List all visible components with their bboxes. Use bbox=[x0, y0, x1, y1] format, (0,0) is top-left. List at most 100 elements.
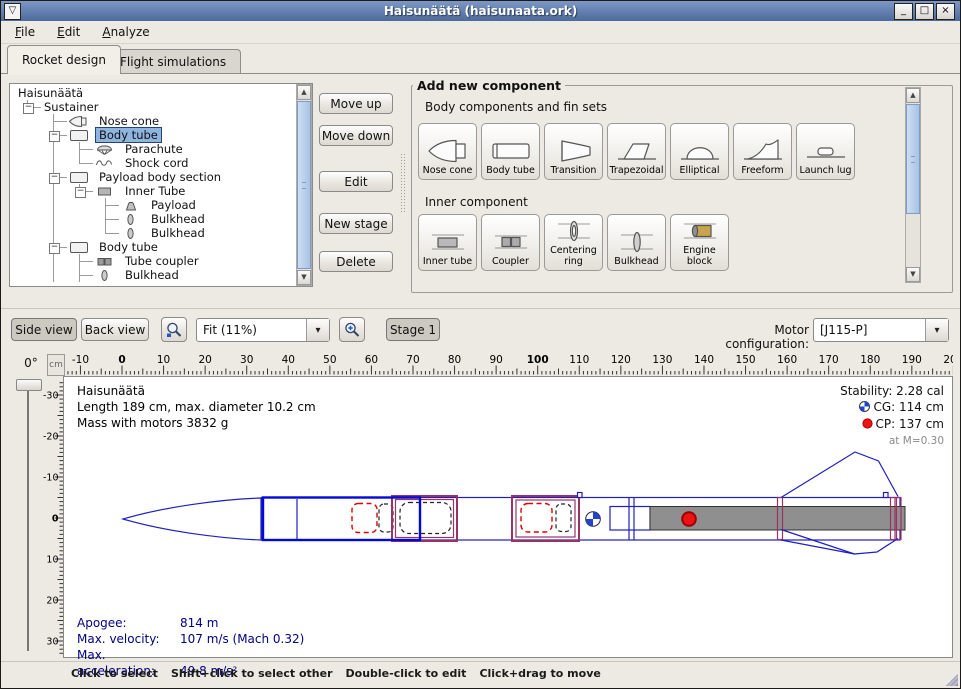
move-up-button[interactable]: Move up bbox=[319, 93, 393, 114]
tab-flight-simulations[interactable]: Flight simulations bbox=[105, 49, 241, 74]
add-component-title: Add new component bbox=[413, 78, 565, 93]
component-button-inner-tube[interactable]: Inner tube bbox=[418, 214, 477, 271]
svg-text:150: 150 bbox=[736, 354, 756, 366]
tree-item-label[interactable]: Bulkhead bbox=[148, 212, 208, 226]
rocket-canvas[interactable]: Haisunäätä Length 189 cm, max. diameter … bbox=[63, 376, 953, 658]
tree-item-label[interactable]: Payload bbox=[148, 198, 199, 212]
tree-expander[interactable] bbox=[49, 243, 60, 254]
component-button-freeform[interactable]: Freeform bbox=[733, 123, 792, 180]
title-bar[interactable]: ▽ Haisunäätä (haisunaata.ork) _ □ × bbox=[1, 1, 960, 21]
delete-button[interactable]: Delete bbox=[319, 251, 393, 272]
minimize-icon[interactable]: _ bbox=[894, 3, 913, 20]
cp-legend-icon bbox=[862, 417, 873, 433]
tree-item-body-tube[interactable]: Body tube bbox=[11, 128, 295, 142]
tree-item-tube-coupler[interactable]: Tube coupler bbox=[11, 254, 295, 268]
component-button-nose-cone[interactable]: Nose cone bbox=[418, 123, 477, 180]
tree-item-label[interactable]: Bulkhead bbox=[148, 226, 208, 240]
tree-item-bulkhead[interactable]: Bulkhead bbox=[11, 268, 295, 282]
svg-text:20: 20 bbox=[198, 354, 211, 366]
component-panel-scrollbar[interactable]: ▲ ▼ bbox=[905, 87, 921, 283]
zoom-level-value: Fit (11%) bbox=[197, 323, 306, 337]
chevron-down-icon[interactable]: ▾ bbox=[306, 319, 329, 341]
tree-item-label[interactable]: Parachute bbox=[122, 142, 186, 156]
tree-item-label[interactable]: Sustainer bbox=[41, 100, 101, 114]
zoom-in-button[interactable] bbox=[339, 317, 365, 342]
magnifier-icon bbox=[165, 321, 183, 339]
tree-item-payload[interactable]: Payload bbox=[11, 198, 295, 212]
hint-click: Click to select bbox=[71, 667, 158, 680]
tree-item-inner-tube[interactable]: Inner Tube bbox=[11, 184, 295, 198]
motor-configuration-select[interactable]: [J115-P] ▾ bbox=[813, 318, 949, 342]
panel-divider-grip[interactable] bbox=[400, 153, 406, 213]
bodytube-icon bbox=[67, 171, 93, 184]
tree-item-payload-body-section[interactable]: Payload body section bbox=[11, 170, 295, 184]
tree-item-label[interactable]: Haisunäätä bbox=[15, 86, 86, 100]
resize-grip[interactable] bbox=[946, 674, 958, 686]
tree-item-label[interactable]: Bulkhead bbox=[122, 268, 182, 282]
svg-text:190: 190 bbox=[902, 354, 922, 366]
tree-item-parachute[interactable]: Parachute bbox=[11, 142, 295, 156]
component-button-trapezoidal[interactable]: Trapezoidal bbox=[607, 123, 666, 180]
scroll-up-icon[interactable]: ▲ bbox=[906, 88, 920, 103]
back-view-button[interactable]: Back view bbox=[81, 318, 149, 341]
cp-value: CP: 137 cm bbox=[876, 417, 944, 431]
component-button-body-tube[interactable]: Body tube bbox=[481, 123, 540, 180]
svg-text:10: 10 bbox=[46, 555, 58, 566]
chevron-down-icon[interactable]: ▾ bbox=[925, 319, 948, 341]
tree-item-haisun-t-[interactable]: Haisunäätä bbox=[11, 86, 295, 100]
tree-item-bulkhead[interactable]: Bulkhead bbox=[11, 212, 295, 226]
bodytube-icon bbox=[489, 136, 533, 166]
coupler-icon bbox=[93, 255, 119, 268]
tree-scrollbar-thumb[interactable] bbox=[297, 101, 311, 269]
scroll-up-icon[interactable]: ▲ bbox=[297, 85, 311, 100]
magnifier-plus-icon bbox=[343, 321, 361, 339]
side-view-button[interactable]: Side view bbox=[11, 318, 77, 341]
tree-item-label[interactable]: Inner Tube bbox=[122, 184, 188, 198]
tree-expander[interactable] bbox=[75, 187, 86, 198]
max-velocity-value: 107 m/s (Mach 0.32) bbox=[180, 632, 304, 646]
tree-item-sustainer[interactable]: Sustainer bbox=[11, 100, 295, 114]
tree-expander[interactable] bbox=[49, 173, 60, 184]
scroll-down-icon[interactable]: ▼ bbox=[297, 270, 311, 285]
tree-scrollbar[interactable]: ▲ ▼ bbox=[296, 84, 312, 286]
component-button-transition[interactable]: Transition bbox=[544, 123, 603, 180]
component-button-bulkhead[interactable]: Bulkhead bbox=[607, 214, 666, 271]
tab-rocket-design[interactable]: Rocket design bbox=[7, 45, 121, 74]
close-icon[interactable]: × bbox=[936, 3, 955, 20]
tree-item-label[interactable]: Body tube bbox=[96, 128, 161, 142]
tree-item-shock-cord[interactable]: Shock cord bbox=[11, 156, 295, 170]
menu-edit[interactable]: Edit bbox=[57, 25, 80, 39]
menu-file[interactable]: File bbox=[15, 25, 35, 39]
edit-button[interactable]: Edit bbox=[319, 171, 393, 192]
zoom-level-select[interactable]: Fit (11%) ▾ bbox=[196, 318, 330, 342]
bulkhead-icon bbox=[93, 269, 119, 282]
tree-item-bulkhead[interactable]: Bulkhead bbox=[11, 226, 295, 240]
stage-1-toggle[interactable]: Stage 1 bbox=[386, 318, 440, 341]
tree-item-body-tube[interactable]: Body tube bbox=[11, 240, 295, 254]
component-button-engine-block[interactable]: Engine block bbox=[670, 214, 729, 271]
svg-text:120: 120 bbox=[611, 354, 631, 366]
tree-item-label[interactable]: Nose cone bbox=[96, 114, 162, 128]
new-stage-button[interactable]: New stage bbox=[319, 213, 393, 234]
component-button-launch-lug[interactable]: Launch lug bbox=[796, 123, 855, 180]
rotation-slider-track[interactable] bbox=[27, 389, 29, 651]
zoom-out-button[interactable] bbox=[161, 317, 187, 342]
tree-expander[interactable] bbox=[23, 103, 34, 114]
tree-item-label[interactable]: Body tube bbox=[96, 240, 161, 254]
scroll-down-icon[interactable]: ▼ bbox=[906, 267, 920, 282]
component-button-coupler[interactable]: Coupler bbox=[481, 214, 540, 271]
maximize-icon[interactable]: □ bbox=[915, 3, 934, 20]
component-button-elliptical[interactable]: Elliptical bbox=[670, 123, 729, 180]
tree-expander[interactable] bbox=[49, 131, 60, 142]
tree-item-label[interactable]: Payload body section bbox=[96, 170, 224, 184]
menu-analyze[interactable]: Analyze bbox=[102, 25, 149, 39]
move-down-button[interactable]: Move down bbox=[319, 125, 393, 146]
tree-item-label[interactable]: Tube coupler bbox=[122, 254, 202, 268]
component-scrollbar-thumb[interactable] bbox=[906, 104, 920, 214]
rotation-slider-handle[interactable] bbox=[16, 379, 42, 391]
tree-item-label[interactable]: Shock cord bbox=[122, 156, 191, 170]
component-tree[interactable]: HaisunäätäSustainerNose coneBody tubePar… bbox=[9, 83, 313, 287]
bodytube-icon bbox=[67, 241, 93, 254]
tree-item-nose-cone[interactable]: Nose cone bbox=[11, 114, 295, 128]
component-button-centering-ring[interactable]: Centering ring bbox=[544, 214, 603, 271]
